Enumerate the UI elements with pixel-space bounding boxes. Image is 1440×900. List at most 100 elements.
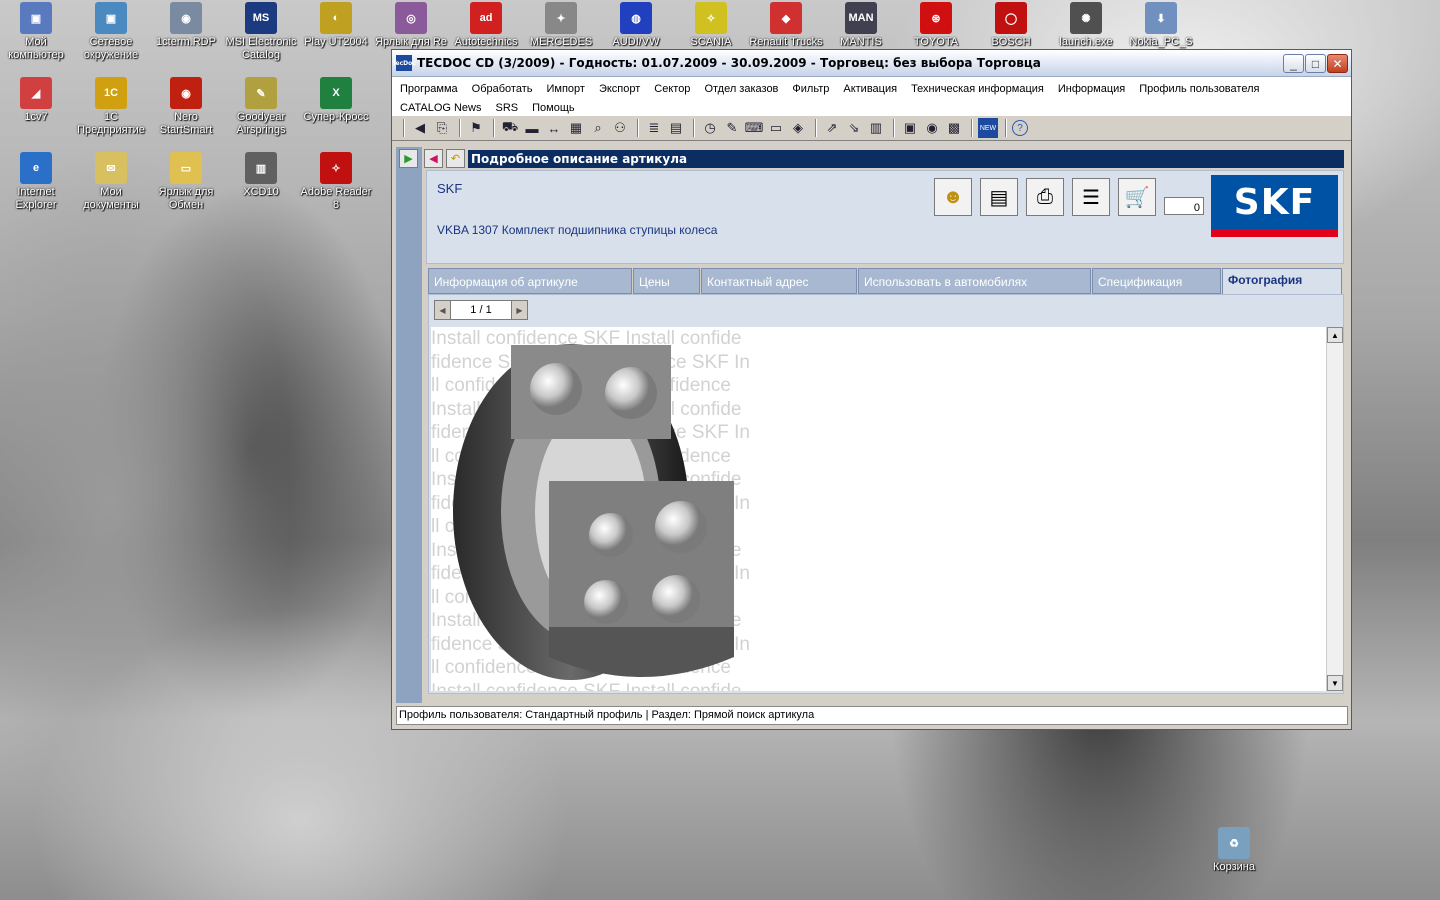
toolbar-button-icon[interactable]: ⛟ (500, 118, 520, 138)
menu-item[interactable]: Отдел заказов (704, 83, 778, 95)
desktop-icon[interactable]: ◎ Ярлык для Re (373, 2, 449, 49)
toolbar-button-icon[interactable]: ↔ (544, 118, 564, 138)
desktop-icon[interactable]: ⊛ TOYOTA (898, 2, 974, 49)
desktop-icon[interactable]: ♻ Корзина (1196, 827, 1272, 874)
desktop-icon[interactable]: ⬇ Nokia_PC_S (1123, 2, 1199, 49)
pager-prev-button[interactable]: ◀ (435, 301, 451, 319)
quantity-input[interactable]: 0 (1164, 197, 1204, 215)
toolbar-button-icon[interactable]: ⇘ (844, 118, 864, 138)
title-bar[interactable]: TecDoc TECDOC CD (3/2009) - Годность: 01… (392, 50, 1351, 77)
desktop-icon[interactable]: ✉ Мои документы (73, 152, 149, 212)
desktop-icon[interactable]: e Internet Explorer (0, 152, 74, 212)
desktop-icon[interactable]: MAN MANTIS (823, 2, 899, 49)
toolbar-button-icon[interactable]: ◷ (700, 118, 720, 138)
toolbar-button-icon[interactable]: ◀ (410, 118, 430, 138)
toolbar-button-icon[interactable]: ◉ (922, 118, 942, 138)
tab-1[interactable]: Цены (633, 268, 700, 294)
menu-item[interactable]: Импорт (546, 83, 584, 95)
vertical-scrollbar[interactable]: ▲ ▼ (1326, 327, 1343, 691)
desktop-icon[interactable]: ▣ Сетевое окружение (73, 2, 149, 62)
menu-item[interactable]: CATALOG News (400, 102, 482, 114)
scroll-up-button[interactable]: ▲ (1327, 327, 1343, 343)
desktop-icon[interactable]: ad Autotechnics (448, 2, 524, 49)
toolbar-separator (403, 119, 405, 137)
desktop-icon-label: Internet Explorer (15, 186, 57, 211)
cart-add-button[interactable]: 🛒 (1118, 178, 1156, 216)
desktop-icon-image: MAN (845, 2, 877, 34)
desktop-icon[interactable]: ◢ 1cv7 (0, 77, 74, 124)
product-photo: Install confidence SKF Install confide fi… (431, 327, 1327, 691)
article-description: VKBA 1307 Комплект подшипника ступицы ко… (437, 223, 718, 237)
menu-item[interactable]: SRS (496, 102, 519, 114)
play-icon[interactable]: ▶ (399, 149, 418, 168)
toolbar-button-icon[interactable]: ⚑ (466, 118, 486, 138)
desktop-icon[interactable]: ▣ Мой компьютер (0, 2, 74, 62)
toolbar-button-icon[interactable]: ✎ (722, 118, 742, 138)
desktop-icon[interactable]: ◉ 1cterm.RDP (148, 2, 224, 49)
desktop-icon[interactable]: ◯ BOSCH (973, 2, 1049, 49)
desktop-icon-label: Nokia_PC_S (1129, 36, 1193, 48)
toolbar-button-icon[interactable]: ▭ (766, 118, 786, 138)
toolbar-button-icon[interactable]: ▬ (522, 118, 542, 138)
desktop-icon[interactable]: ◐ Play UT2004 (298, 2, 374, 49)
back-arrow-icon[interactable]: ◀ (424, 149, 443, 168)
tab-0[interactable]: Информация об артикуле (428, 268, 632, 294)
toolbar-button-icon[interactable]: ◈ (788, 118, 808, 138)
minimize-button[interactable]: _ (1283, 54, 1304, 73)
tab-2[interactable]: Контактный адрес (701, 268, 857, 294)
close-button[interactable]: ✕ (1327, 54, 1348, 73)
print-button[interactable]: ⎙ (1026, 178, 1064, 216)
detail-list-button[interactable]: ☰ (1072, 178, 1110, 216)
menu-item[interactable]: Техническая информация (911, 83, 1044, 95)
toolbar-button-icon[interactable]: ▩ (944, 118, 964, 138)
menu-item[interactable]: Активация (843, 83, 897, 95)
user-info-button[interactable]: ☻ (934, 178, 972, 216)
toolbar-button-icon[interactable]: ▦ (566, 118, 586, 138)
scroll-down-button[interactable]: ▼ (1327, 675, 1343, 691)
desktop-icon[interactable]: 1С 1С Предприятие (73, 77, 149, 137)
window-title: TECDOC CD (3/2009) - Годность: 01.07.200… (417, 56, 1041, 70)
desktop-icon[interactable]: ✎ Goodyear Airsprings (223, 77, 299, 137)
menu-item[interactable]: Информация (1058, 83, 1125, 95)
menu-item[interactable]: Помощь (532, 102, 575, 114)
toolbar-button-icon[interactable]: ▤ (666, 118, 686, 138)
menu-item[interactable]: Фильтр (792, 83, 829, 95)
desktop-icon[interactable]: ✧ Adobe Reader 8 (298, 152, 374, 212)
menu-item[interactable]: Программа (400, 83, 458, 95)
toolbar-button-icon[interactable]: ? (1012, 120, 1028, 136)
menu-item[interactable]: Обработать (472, 83, 533, 95)
toolbar-button-icon[interactable]: ▥ (866, 118, 886, 138)
desktop-icon-image: ♻ (1218, 827, 1250, 859)
return-arrow-icon[interactable]: ↶ (446, 149, 465, 168)
toolbar-button-icon[interactable]: ⎘ (432, 118, 452, 138)
tab-3[interactable]: Использовать в автомобилях (858, 268, 1091, 294)
desktop-icon[interactable]: ▥ XCD10 (223, 152, 299, 199)
menu-item[interactable]: Сектор (654, 83, 690, 95)
maximize-button[interactable]: □ (1305, 54, 1326, 73)
toolbar-button-icon[interactable]: ⌨ (744, 118, 764, 138)
desktop-icon[interactable]: ◍ AUDI/VW (598, 2, 674, 49)
desktop-icon[interactable]: ✧ SCANIA (673, 2, 749, 49)
menu-item[interactable]: Профиль пользователя (1139, 83, 1259, 95)
tab-5[interactable]: Фотография (1222, 268, 1342, 294)
list-add-button[interactable]: ▤ (980, 178, 1018, 216)
pager-next-button[interactable]: ▶ (511, 301, 527, 319)
toolbar-button-icon[interactable]: ⚇ (610, 118, 630, 138)
desktop-icon[interactable]: MS MSI Electronic Catalog (223, 2, 299, 62)
menu-item[interactable]: Экспорт (599, 83, 640, 95)
toolbar-button-icon[interactable]: ≣ (644, 118, 664, 138)
toolbar-button-icon[interactable]: ▣ (900, 118, 920, 138)
desktop-icon[interactable]: ▭ Ярлык для Обмен (148, 152, 224, 212)
toolbar-button-icon[interactable]: NEW (978, 118, 998, 138)
desktop-icon-label: Nero StartSmart (159, 111, 213, 136)
toolbar-button-icon[interactable]: ⌕ (588, 118, 608, 138)
desktop-icon[interactable]: ✺ launch.exe (1048, 2, 1124, 49)
desktop-icon-label: MERCEDES (529, 36, 593, 48)
desktop-icon[interactable]: ✦ MERCEDES (523, 2, 599, 49)
desktop-icon[interactable]: ◉ Nero StartSmart (148, 77, 224, 137)
tab-4[interactable]: Спецификация (1092, 268, 1221, 294)
desktop-icon-image: ▣ (95, 2, 127, 34)
toolbar-button-icon[interactable]: ⇗ (822, 118, 842, 138)
desktop-icon[interactable]: ◆ Renault Trucks (748, 2, 824, 49)
desktop-icon[interactable]: X Супер-Кросс (298, 77, 374, 124)
